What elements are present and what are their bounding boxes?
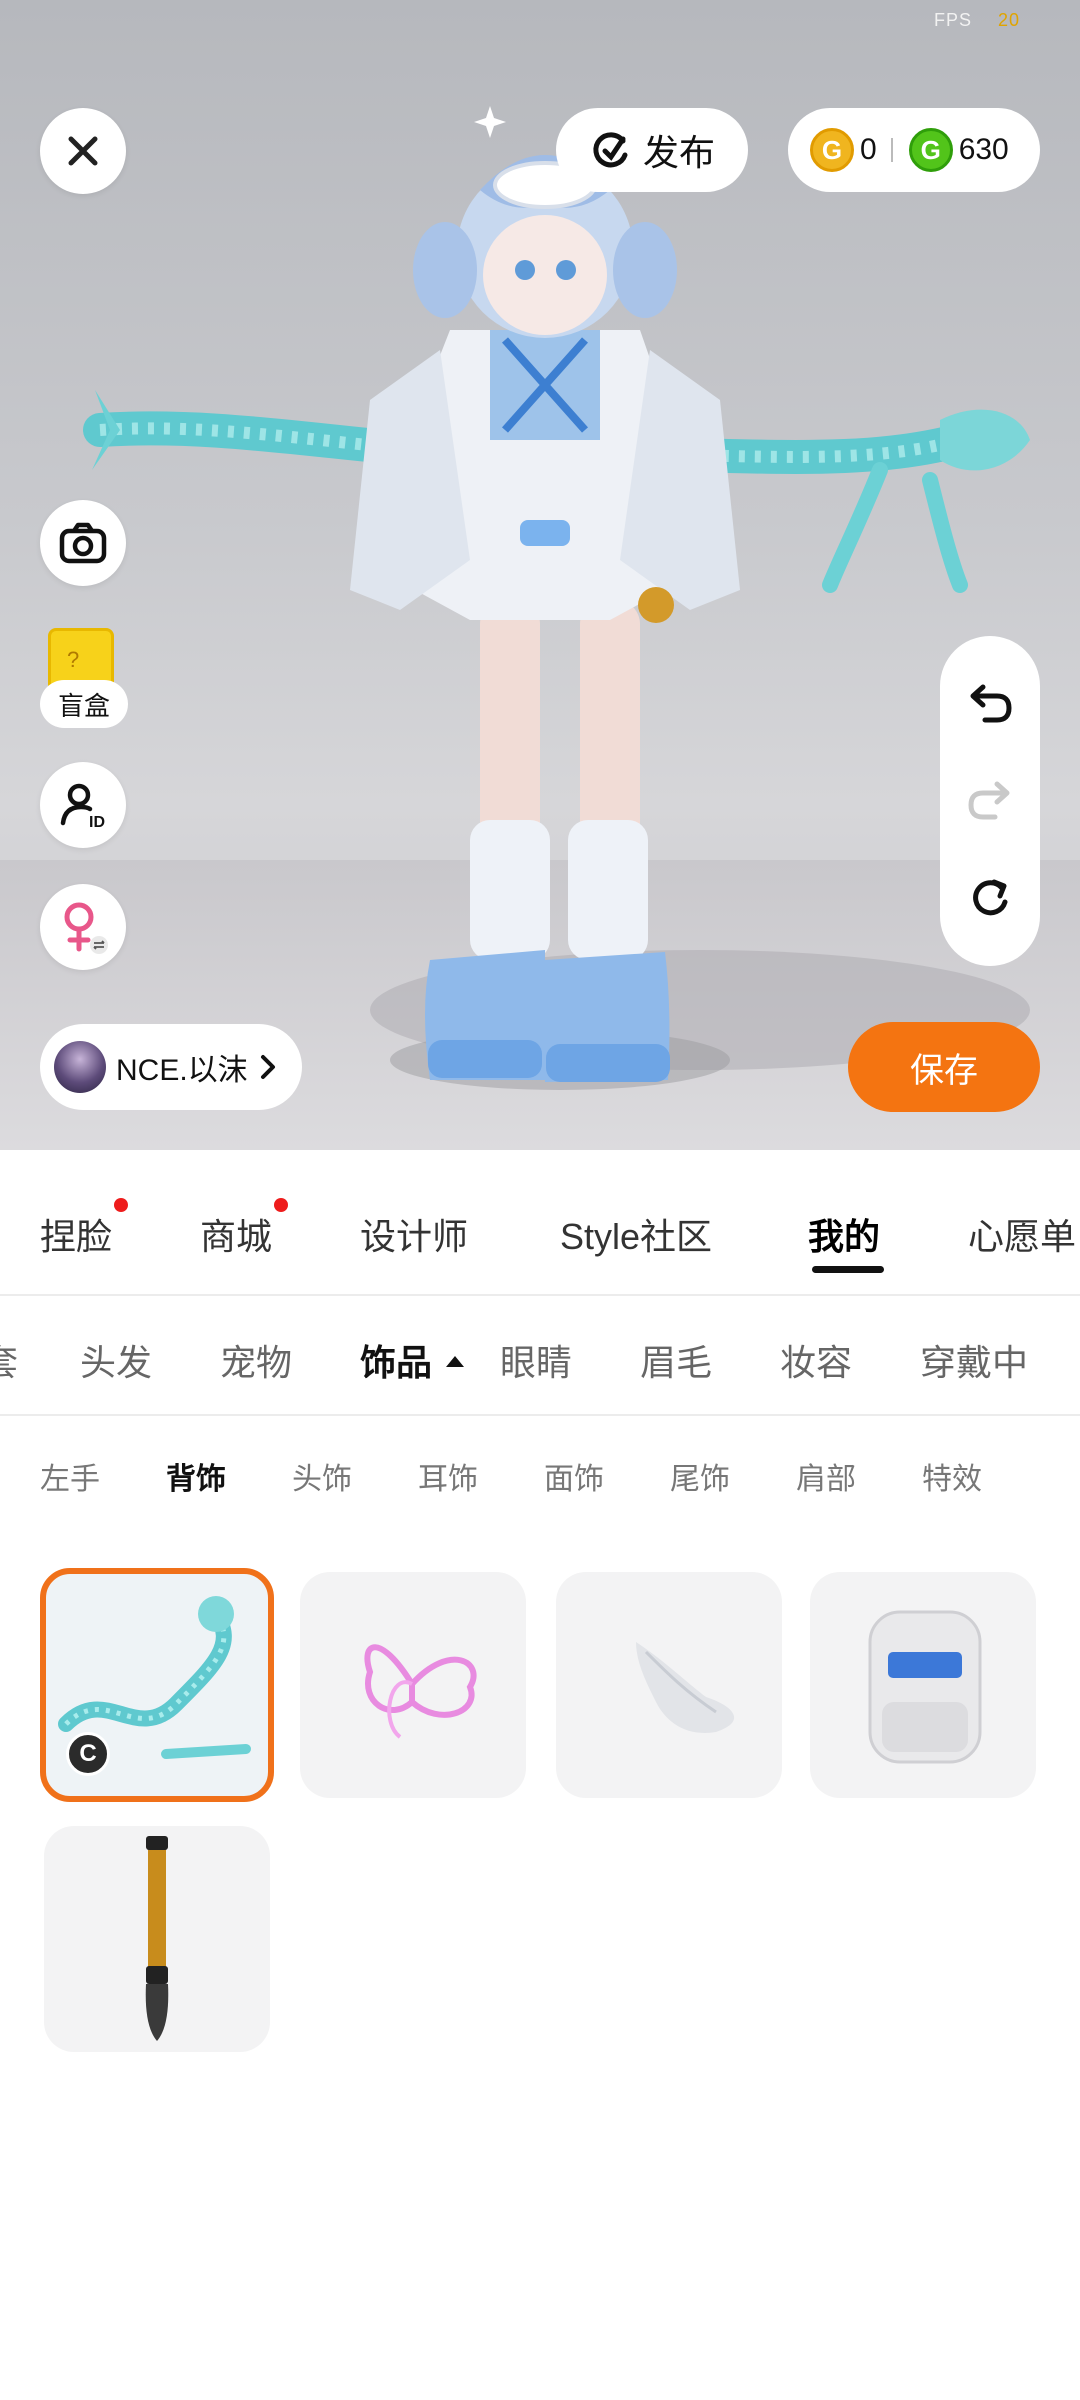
green-coin-icon: G xyxy=(908,128,953,172)
sub-tab-makeup[interactable]: 妆容 xyxy=(780,1334,852,1386)
sub-tab-wearing[interactable]: 穿戴中 xyxy=(920,1334,1028,1386)
notification-dot xyxy=(114,1198,129,1212)
tab-designer[interactable]: 设计师 xyxy=(360,1208,468,1260)
sub-tab-hair[interactable]: 头发 xyxy=(80,1334,152,1386)
camera-icon xyxy=(59,522,107,564)
sub-tab-accessories[interactable]: 饰品 xyxy=(360,1334,465,1386)
save-button[interactable]: 保存 xyxy=(848,1022,1040,1112)
main-tab-bar: 捏脸 商城 设计师 Style社区 我的 心愿单 xyxy=(0,1160,1080,1296)
creator-badge-icon: C xyxy=(66,1732,110,1776)
notification-dot xyxy=(274,1198,289,1212)
tab-wishlist[interactable]: 心愿单 xyxy=(968,1208,1076,1260)
item-calligraphy-brush[interactable] xyxy=(44,1826,270,2052)
tab-shop[interactable]: 商城 xyxy=(200,1198,289,1260)
publish-icon xyxy=(593,132,628,168)
backpack-thumbnail xyxy=(868,1610,982,1764)
caret-up-icon xyxy=(446,1355,465,1367)
category-tail[interactable]: 尾饰 xyxy=(670,1454,730,1498)
green-coin-count: 630 xyxy=(958,133,1009,166)
category-effects[interactable]: 特效 xyxy=(922,1454,982,1498)
item-ice-dragon[interactable]: C xyxy=(40,1568,274,1802)
item-white-angel-wings[interactable] xyxy=(556,1572,782,1798)
tab-mine[interactable]: 我的 xyxy=(808,1208,880,1260)
fps-counter: FPS 20 xyxy=(933,10,1020,30)
category-ear[interactable]: 耳饰 xyxy=(418,1454,478,1498)
sub-tab-pet[interactable]: 宠物 xyxy=(220,1334,292,1386)
close-icon xyxy=(68,136,98,166)
publish-button[interactable]: 发布 xyxy=(556,108,748,192)
avatar xyxy=(54,1041,106,1093)
category-shoulder[interactable]: 肩部 xyxy=(796,1454,856,1498)
blind-box-button[interactable]: ? 盲盒 xyxy=(40,622,128,728)
close-button[interactable] xyxy=(40,108,126,194)
sub-tab-eyes[interactable]: 眼睛 xyxy=(500,1334,572,1386)
avatar-id-button[interactable]: ID xyxy=(40,762,126,848)
blind-box-label: 盲盒 xyxy=(40,680,128,728)
female-gender-icon xyxy=(64,902,108,954)
currency-divider xyxy=(890,138,893,162)
currency-balance[interactable]: G 0 G 630 xyxy=(788,108,1040,192)
sub-tab-bar: 套 头发 宠物 饰品 眼睛 眉毛 妆容 穿戴中 xyxy=(0,1298,1080,1416)
category-left-hand[interactable]: 左手 xyxy=(40,1454,100,1498)
user-id-icon: ID xyxy=(60,783,105,829)
tab-face-sculpt[interactable]: 捏脸 xyxy=(40,1198,129,1260)
gold-coin-icon: G xyxy=(810,128,854,172)
category-tab-bar: 左手 背饰 头饰 耳饰 面饰 尾饰 肩部 特效 xyxy=(0,1418,1080,1528)
item-pink-butterfly-wings[interactable] xyxy=(300,1572,526,1798)
history-controls xyxy=(940,636,1040,966)
category-face[interactable]: 面饰 xyxy=(544,1454,604,1498)
item-white-backpack[interactable] xyxy=(810,1572,1036,1798)
creator-profile-chip[interactable]: NCE.以沫 xyxy=(40,1024,302,1110)
undo-icon[interactable] xyxy=(967,682,1013,724)
reset-icon[interactable] xyxy=(968,876,1012,920)
butterfly-wings-thumbnail xyxy=(364,1644,477,1739)
sub-tab-outfit[interactable]: 套 xyxy=(0,1334,18,1386)
avatar-preview-stage[interactable]: FPS 20 发布 G 0 G 630 ? 盲盒 ID NCE.以沫 保存 xyxy=(0,0,1080,1150)
sub-tab-eyebrows[interactable]: 眉毛 xyxy=(640,1334,712,1386)
gender-switch-button[interactable] xyxy=(40,884,126,970)
chevron-right-icon xyxy=(260,1055,275,1079)
angel-wings-thumbnail xyxy=(636,1642,735,1733)
gold-coin-count: 0 xyxy=(860,133,877,166)
active-tab-indicator xyxy=(812,1266,884,1273)
redo-icon[interactable] xyxy=(967,779,1013,821)
svg-text:ID: ID xyxy=(89,814,105,829)
creator-name: NCE.以沫 xyxy=(116,1054,248,1087)
category-back[interactable]: 背饰 xyxy=(166,1454,226,1498)
brush-thumbnail xyxy=(145,1836,169,2041)
category-head[interactable]: 头饰 xyxy=(292,1454,352,1498)
tab-style-community[interactable]: Style社区 xyxy=(560,1208,712,1260)
publish-label: 发布 xyxy=(642,132,715,173)
camera-button[interactable] xyxy=(40,500,126,586)
